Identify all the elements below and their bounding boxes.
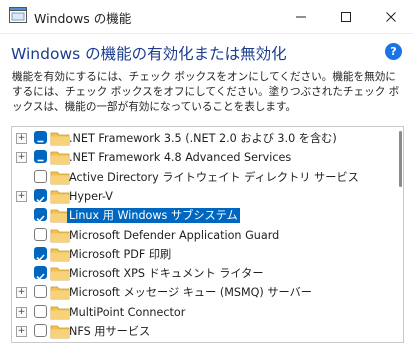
checkmark-icon <box>36 273 45 281</box>
feature-checkbox[interactable] <box>34 304 47 318</box>
feature-label[interactable]: Active Directory ライトウェイト ディレクトリ サービス <box>69 170 359 185</box>
close-icon <box>385 11 396 22</box>
feature-label[interactable]: .NET Framework 4.8 Advanced Services <box>69 150 291 165</box>
feature-checkbox[interactable] <box>34 246 47 261</box>
feature-checkbox[interactable] <box>34 324 47 337</box>
folder-icon <box>50 285 70 300</box>
folder-icon <box>50 266 70 281</box>
feature-row[interactable]: + MultiPoint Connector <box>12 303 390 322</box>
feature-checkbox[interactable] <box>34 169 47 183</box>
feature-label[interactable]: NFS 用サービス <box>69 324 150 339</box>
plus-icon[interactable]: + <box>16 326 27 337</box>
folder-icon <box>50 131 70 146</box>
checkmark-icon <box>36 254 45 261</box>
feature-label[interactable]: Hyper-V <box>69 189 113 204</box>
folder-icon <box>50 305 70 320</box>
feature-label[interactable]: MultiPoint Connector <box>69 305 185 320</box>
folder-icon <box>50 170 70 185</box>
help-icon[interactable]: ? <box>385 43 402 60</box>
checkmark-icon <box>36 196 45 204</box>
folder-icon <box>50 228 70 243</box>
feature-checkbox[interactable] <box>34 208 47 223</box>
feature-row[interactable]: Active Directory ライトウェイト ディレクトリ サービス <box>12 168 390 187</box>
window-title: Windows の機能 <box>34 11 132 26</box>
checkmark-icon <box>36 215 45 223</box>
feature-checkbox[interactable] <box>34 150 47 164</box>
title-bar: Windows の機能 <box>0 0 413 34</box>
feature-checkbox[interactable] <box>34 131 47 144</box>
minimize-icon <box>295 16 306 17</box>
feature-row[interactable]: Microsoft Defender Application Guard <box>12 226 390 245</box>
plus-icon[interactable]: + <box>16 287 27 299</box>
feature-checkbox[interactable] <box>34 285 47 299</box>
feature-row[interactable]: Microsoft PDF 印刷 <box>12 245 390 264</box>
feature-label[interactable]: Microsoft メッセージ キュー (MSMQ) サーバー <box>69 285 312 300</box>
feature-checkbox[interactable] <box>34 188 47 204</box>
feature-row[interactable]: + Microsoft メッセージ キュー (MSMQ) サーバー <box>12 283 390 302</box>
feature-label[interactable]: Microsoft PDF 印刷 <box>69 247 171 262</box>
minimize-button[interactable] <box>278 0 323 33</box>
plus-icon[interactable]: + <box>16 306 27 318</box>
plus-icon[interactable]: + <box>16 190 27 202</box>
feature-row[interactable]: + .NET Framework 4.8 Advanced Services <box>12 148 390 167</box>
maximize-button[interactable] <box>323 0 368 33</box>
feature-row[interactable]: Linux 用 Windows サブシステム <box>12 206 390 225</box>
feature-row[interactable]: Microsoft XPS ドキュメント ライター <box>12 264 390 283</box>
feature-row[interactable]: + NFS 用サービス <box>12 322 390 341</box>
plus-icon[interactable]: + <box>16 152 27 164</box>
folder-icon <box>50 189 70 204</box>
partial-check-icon <box>37 140 44 143</box>
close-button[interactable] <box>368 0 413 33</box>
page-heading: Windows の機能の有効化または無効化 <box>11 45 287 63</box>
feature-checkbox[interactable] <box>34 266 47 281</box>
folder-icon <box>50 150 70 165</box>
plus-icon[interactable]: + <box>16 133 27 144</box>
feature-label[interactable]: Linux 用 Windows サブシステム <box>67 208 240 224</box>
feature-label[interactable]: Microsoft Defender Application Guard <box>69 228 279 243</box>
window-app-icon <box>9 7 27 23</box>
feature-row[interactable]: + .NET Framework 3.5 (.NET 2.0 および 3.0 を含… <box>12 129 390 148</box>
feature-row[interactable]: + Hyper-V <box>12 187 390 206</box>
description-text: 機能を有効にするには、チェック ボックスをオンにしてください。機能を無効にするに… <box>12 71 400 113</box>
vertical-scrollbar[interactable] <box>399 131 402 187</box>
folder-icon <box>50 324 70 339</box>
feature-checkbox[interactable] <box>34 227 47 241</box>
features-tree[interactable]: + .NET Framework 3.5 (.NET 2.0 および 3.0 を含… <box>11 126 404 343</box>
maximize-icon <box>340 11 351 22</box>
feature-label[interactable]: .NET Framework 3.5 (.NET 2.0 および 3.0 を含む… <box>69 131 337 146</box>
feature-label[interactable]: Microsoft XPS ドキュメント ライター <box>69 266 264 281</box>
partial-check-icon <box>37 159 44 162</box>
folder-icon <box>50 247 70 262</box>
